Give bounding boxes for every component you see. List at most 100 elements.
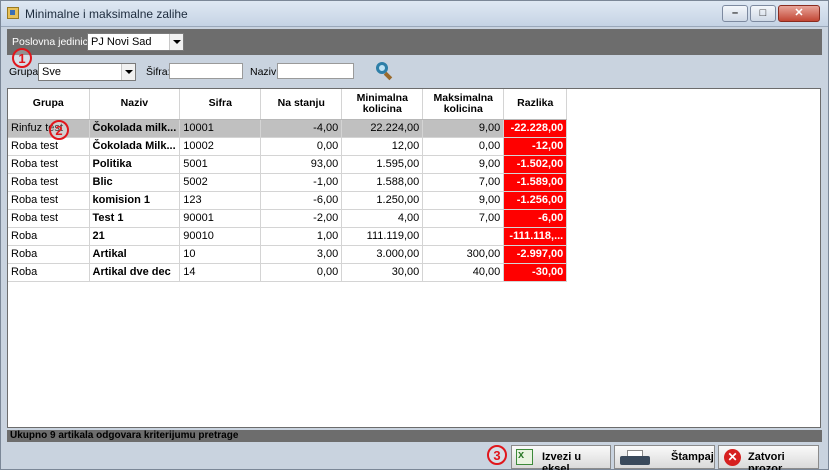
maksimalna-cell [422, 227, 505, 246]
sifra-cell: 5001 [179, 155, 262, 174]
razlika-cell: -1.502,00 [503, 155, 568, 174]
na-stanju-cell: -2,00 [260, 209, 343, 228]
naziv-cell: Artikal dve dec [89, 263, 181, 282]
minimalna-cell: 1.595,00 [341, 155, 424, 174]
export-excel-label: Izvezi u eksel [542, 451, 582, 470]
na-stanju-cell: 1,00 [260, 227, 343, 246]
naziv-cell: 21 [89, 227, 181, 246]
minimalna-cell: 3.000,00 [341, 245, 424, 264]
export-excel-button[interactable]: Izvezi u eksel [511, 445, 611, 470]
minimalna-cell: 22.224,00 [341, 119, 424, 138]
column-header[interactable]: Grupa [8, 89, 90, 120]
annotation-marker-3: 3 [487, 445, 507, 465]
maximize-button[interactable]: □ [750, 5, 776, 22]
minimalna-cell: 4,00 [341, 209, 424, 228]
minimize-button[interactable]: – [722, 5, 748, 22]
sifra-cell: 10002 [179, 137, 262, 156]
razlika-cell: -2.997,00 [503, 245, 568, 264]
title-bar: Minimalne i maksimalne zalihe – □ ✕ [1, 1, 828, 27]
sifra-cell: 5002 [179, 173, 262, 192]
na-stanju-cell: 93,00 [260, 155, 343, 174]
table-row[interactable]: Roba test Čokolada Milk... 10002 0,00 12,00 0… [8, 137, 568, 156]
grupa-cell: Roba [8, 245, 90, 264]
minimalna-cell: 12,00 [341, 137, 424, 156]
poslovna-jedinica-bar: Poslovna jedinica: PJ Novi Sad [7, 29, 822, 55]
printer-icon [620, 450, 650, 466]
naziv-label: Naziv: [250, 66, 280, 78]
grupa-cell: Roba test [8, 155, 90, 174]
grupa-cell: Roba test [8, 173, 90, 192]
sifra-cell: 10001 [179, 119, 262, 138]
naziv-cell: Politika [89, 155, 181, 174]
table-row[interactable]: Roba Artikal dve dec 14 0,00 30,00 40,00 -30,0… [8, 263, 568, 282]
maksimalna-cell: 7,00 [422, 173, 505, 192]
sifra-label: Šifra: [146, 66, 171, 78]
print-label: Štampaj [671, 451, 714, 463]
maximize-icon: □ [759, 7, 767, 19]
sifra-cell: 14 [179, 263, 262, 282]
sifra-cell: 10 [179, 245, 262, 264]
na-stanju-cell: 3,00 [260, 245, 343, 264]
na-stanju-cell: 0,00 [260, 137, 343, 156]
window-title: Minimalne i maksimalne zalihe [25, 7, 188, 21]
annotation-marker-1: 1 [12, 48, 32, 68]
column-header[interactable]: Sifra [179, 89, 262, 120]
articles-grid[interactable]: Grupa Naziv Sifra Na stanju Minimalna kolici… [7, 88, 821, 428]
na-stanju-cell: 0,00 [260, 263, 343, 282]
razlika-cell: -111.118,... [503, 227, 568, 246]
filter-row: Grupa: Sve Šifra: Naziv: [7, 59, 822, 85]
razlika-cell: -6,00 [503, 209, 568, 228]
grupa-select[interactable]: Sve [38, 63, 136, 81]
naziv-input[interactable] [277, 63, 354, 79]
minimalna-cell: 111.119,00 [341, 227, 424, 246]
poslovna-jedinica-select[interactable]: PJ Novi Sad [87, 33, 184, 51]
table-header-row: Grupa Naziv Sifra Na stanju Minimalna kolici… [8, 89, 568, 120]
grupa-cell: Roba [8, 263, 90, 282]
print-button[interactable]: Štampaj [614, 445, 715, 469]
chevron-down-icon [121, 64, 135, 80]
grupa-cell: Roba [8, 227, 90, 246]
sifra-cell: 123 [179, 191, 262, 210]
grupa-cell: Roba test [8, 209, 90, 228]
table-row[interactable]: Roba test Blic 5002 -1,00 1.588,00 7,00 -1.589… [8, 173, 568, 192]
column-header[interactable]: Minimalna kolicina [341, 89, 424, 120]
sifra-cell: 90001 [179, 209, 262, 228]
column-header[interactable]: Na stanju [260, 89, 343, 120]
maksimalna-cell: 7,00 [422, 209, 505, 228]
na-stanju-cell: -1,00 [260, 173, 343, 192]
column-header[interactable]: Naziv [89, 89, 181, 120]
maksimalna-cell: 0,00 [422, 137, 505, 156]
na-stanju-cell: -4,00 [260, 119, 343, 138]
excel-icon [516, 449, 533, 465]
sifra-cell: 90010 [179, 227, 262, 246]
grupa-value: Sve [42, 66, 61, 78]
table-row[interactable]: Roba Artikal 10 3,00 3.000,00 300,00 -2.997,00 [8, 245, 568, 264]
column-header[interactable]: Maksimalna kolicina [422, 89, 505, 120]
razlika-cell: -30,00 [503, 263, 568, 282]
chevron-down-icon [169, 34, 183, 50]
minimalna-cell: 1.588,00 [341, 173, 424, 192]
close-form-button[interactable]: ✕ Zatvori prozor [718, 445, 819, 470]
naziv-cell: Blic [89, 173, 181, 192]
razlika-cell: -1.256,00 [503, 191, 568, 210]
table-row[interactable]: Roba test Test 1 90001 -2,00 4,00 7,00 -6,00 [8, 209, 568, 228]
column-header[interactable]: Razlika [503, 89, 568, 120]
close-window-button[interactable]: ✕ [778, 5, 820, 22]
table-row[interactable]: Rinfuz test Čokolada milk... 10001 -4,00 22.… [8, 119, 568, 138]
table-row[interactable]: Roba test Politika 5001 93,00 1.595,00 9,00 -1… [8, 155, 568, 174]
table-row[interactable]: Roba 21 90010 1,00 111.119,00 -111.118,... [8, 227, 568, 246]
articles-table: Grupa Naziv Sifra Na stanju Minimalna kolici… [8, 89, 568, 282]
sifra-input[interactable] [169, 63, 243, 79]
maksimalna-cell: 9,00 [422, 191, 505, 210]
search-button[interactable] [374, 61, 394, 81]
naziv-cell: Test 1 [89, 209, 181, 228]
main-window: Minimalne i maksimalne zalihe – □ ✕ Posl… [0, 0, 829, 470]
table-row[interactable]: Roba test komision 1 123 -6,00 1.250,00 9,00-… [8, 191, 568, 210]
naziv-cell: komision 1 [89, 191, 181, 210]
close-form-label: Zatvori prozor [748, 451, 785, 470]
table-body: Rinfuz test Čokolada milk... 10001 -4,00 22.… [8, 119, 568, 282]
grupa-cell: Roba test [8, 191, 90, 210]
naziv-cell: Čokolada milk... [89, 119, 181, 138]
close-icon: ✕ [724, 449, 741, 466]
grupa-cell: Roba test [8, 137, 90, 156]
